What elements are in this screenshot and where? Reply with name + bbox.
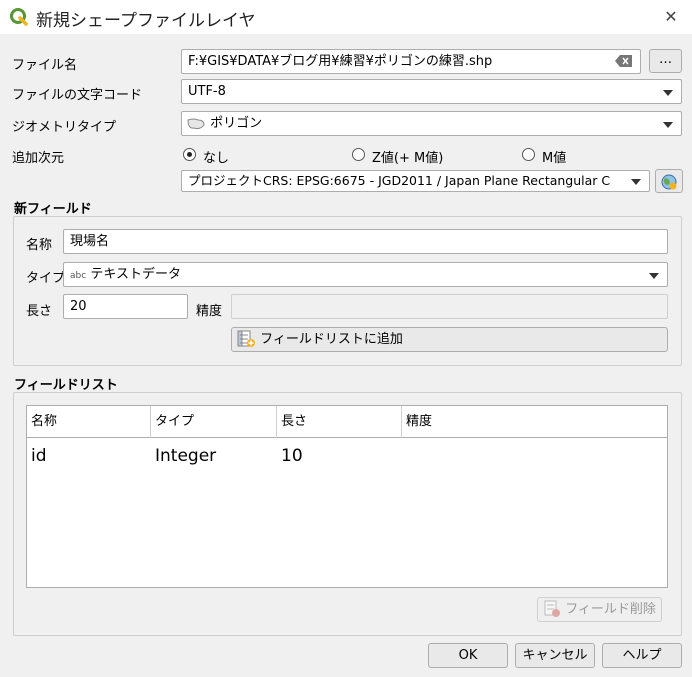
crs-select[interactable]: プロジェクトCRS: EPSG:6675 - JGD2011 / Japan P… <box>181 170 650 192</box>
encoding-value: UTF-8 <box>188 84 226 99</box>
qgis-logo-icon <box>10 8 28 26</box>
crs-selector-button[interactable] <box>655 169 683 193</box>
new-field-title: 新フィールド <box>14 202 92 217</box>
radio-none[interactable] <box>183 148 196 161</box>
window-title: 新規シェープファイルレイヤ <box>36 11 256 31</box>
column-header-precision[interactable]: 精度 <box>402 406 667 438</box>
filename-label: ファイル名 <box>12 58 78 73</box>
radio-z-label: Z値(+ M値) <box>372 151 444 166</box>
field-list-table[interactable]: 名称 タイプ 長さ 精度 id Integer 10 <box>26 405 668 588</box>
field-name-value: 現場名 <box>70 234 110 249</box>
crs-value: プロジェクトCRS: EPSG:6675 - JGD2011 / Japan P… <box>188 173 611 188</box>
field-type-label: タイプ <box>26 271 66 286</box>
radio-m[interactable] <box>522 148 535 161</box>
geometry-select[interactable]: ポリゴン <box>181 111 682 136</box>
field-length-input[interactable]: 20 <box>63 294 188 319</box>
field-precision-label: 精度 <box>196 304 223 319</box>
delete-field-label: フィールド削除 <box>565 602 656 617</box>
chevron-down-icon <box>663 122 673 128</box>
filename-value: F:¥GIS¥DATA¥ブログ用¥練習¥ポリゴンの練習.shp <box>188 54 493 69</box>
delete-field-icon <box>544 600 561 617</box>
field-type-select[interactable]: abc テキストデータ <box>63 262 668 287</box>
clear-input-icon[interactable] <box>615 55 633 67</box>
field-precision-input[interactable] <box>231 294 668 319</box>
field-type-value: テキストデータ <box>90 267 181 282</box>
radio-z[interactable] <box>352 148 365 161</box>
chevron-down-icon <box>631 179 641 185</box>
add-field-icon <box>237 330 255 347</box>
delete-field-button[interactable]: フィールド削除 <box>537 597 662 622</box>
encoding-label: ファイルの文字コード <box>12 88 143 103</box>
radio-m-label: M値 <box>542 151 567 166</box>
field-length-value: 20 <box>70 299 87 314</box>
add-to-field-list-label: フィールドリストに追加 <box>260 332 403 347</box>
browse-button[interactable]: … <box>649 49 682 73</box>
text-type-icon: abc <box>70 271 87 281</box>
geometry-label: ジオメトリタイプ <box>12 120 117 135</box>
cell-length: 10 <box>281 446 303 466</box>
field-length-label: 長さ <box>26 304 53 319</box>
add-to-field-list-button[interactable]: フィールドリストに追加 <box>231 327 668 352</box>
table-row[interactable]: id Integer 10 <box>27 439 667 473</box>
chevron-down-icon <box>663 90 673 96</box>
chevron-down-icon <box>649 273 659 279</box>
close-icon[interactable]: ✕ <box>660 6 682 28</box>
cell-name: id <box>31 446 47 466</box>
globe-icon <box>661 174 677 190</box>
field-name-label: 名称 <box>26 238 53 253</box>
geometry-value: ポリゴン <box>210 116 263 131</box>
cancel-button[interactable]: キャンセル <box>515 643 595 668</box>
cell-type: Integer <box>155 446 217 466</box>
encoding-select[interactable]: UTF-8 <box>181 79 682 104</box>
radio-none-label: なし <box>203 151 230 166</box>
help-button[interactable]: ヘルプ <box>602 643 682 668</box>
dimensions-label: 追加次元 <box>12 151 65 166</box>
column-header-type[interactable]: タイプ <box>151 406 277 438</box>
field-name-input[interactable]: 現場名 <box>63 229 668 254</box>
ok-button[interactable]: OK <box>428 643 508 668</box>
column-header-name[interactable]: 名称 <box>27 406 151 438</box>
filename-input[interactable]: F:¥GIS¥DATA¥ブログ用¥練習¥ポリゴンの練習.shp <box>181 49 641 74</box>
column-header-length[interactable]: 長さ <box>277 406 402 438</box>
field-list-title: フィールドリスト <box>14 378 118 393</box>
table-header: 名称 タイプ 長さ 精度 <box>27 406 667 438</box>
polygon-icon <box>187 118 205 129</box>
